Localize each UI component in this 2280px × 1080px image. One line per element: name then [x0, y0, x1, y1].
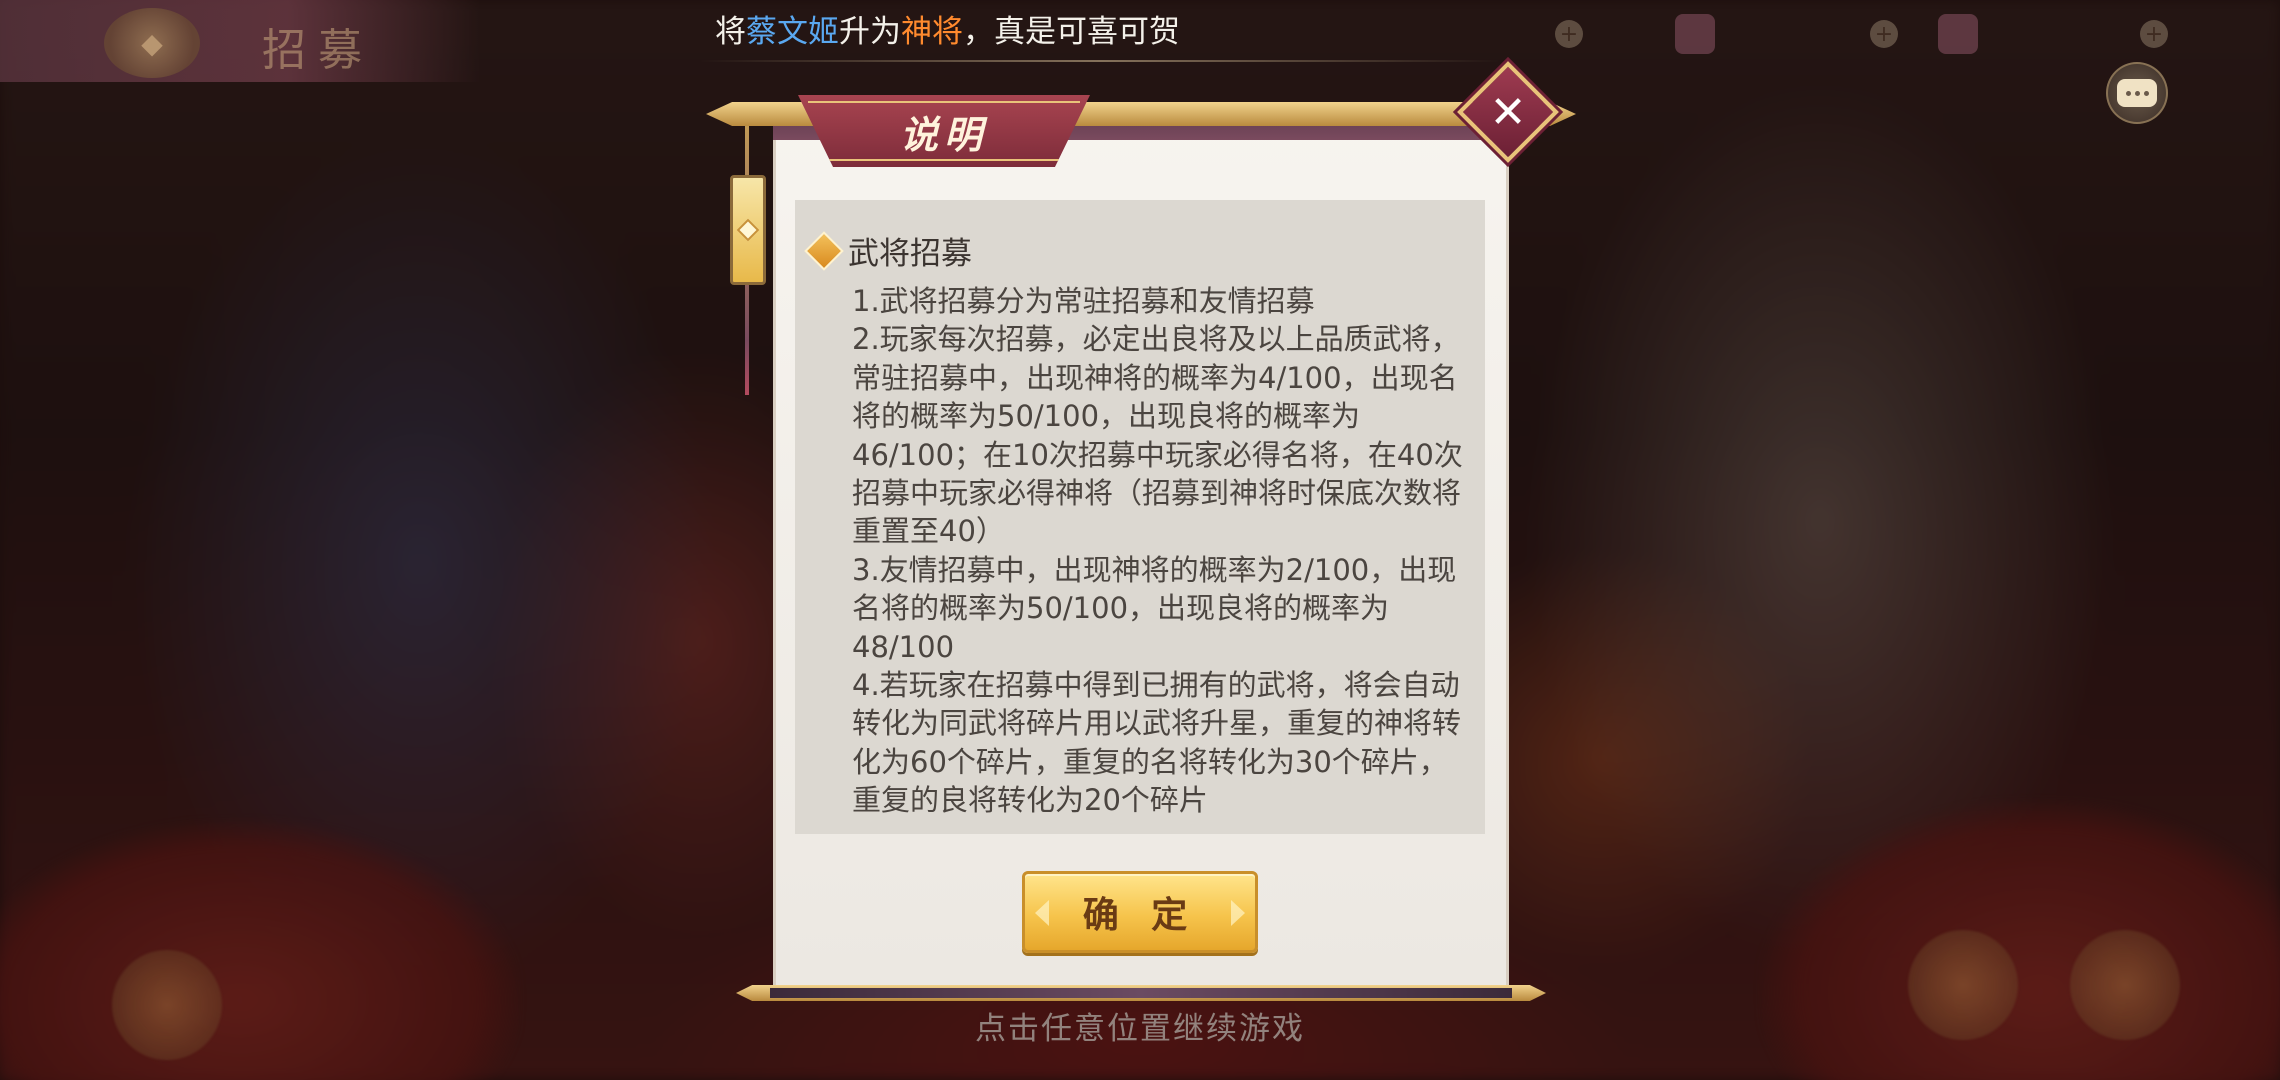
- rule-item: 4.若玩家在招募中得到已拥有的武将，将会自动转化为同武将碎片用以武将升星，重复的…: [852, 668, 1462, 818]
- add-resource-icon: +: [1870, 20, 1898, 48]
- ticker-middle: 升为: [839, 14, 901, 50]
- resource-slot-3: +: [1870, 14, 1898, 54]
- rule-item: 3.友情招募中，出现神将的概率为2/100，出现名将的概率为50/100，出现良…: [852, 552, 1457, 664]
- recruit-tab-title: 招募: [262, 25, 374, 76]
- chat-icon: [2117, 79, 2157, 107]
- resource-slot-5: +: [2140, 14, 2168, 54]
- recruit-emblem-icon: ◆: [104, 8, 200, 78]
- ticker-divider: [700, 60, 1500, 62]
- ticker-suffix: ，真是可喜可贺: [963, 14, 1180, 50]
- gift-icon: [1938, 14, 1978, 54]
- confirm-button[interactable]: 确 定: [1022, 871, 1258, 953]
- resource-slot-4: [1938, 14, 1978, 54]
- close-icon[interactable]: ✕: [1472, 76, 1544, 148]
- announcement-ticker: 将蔡文姬升为神将，真是可喜可贺: [715, 6, 1535, 58]
- diamond-icon: [804, 230, 844, 271]
- section-title: 武将招募: [848, 236, 972, 272]
- ticker-hero-name: 蔡文姬: [746, 14, 839, 50]
- resource-icon: [1675, 14, 1715, 54]
- rule-item: 1.武将招募分为常驻招募和友情招募: [852, 284, 1315, 318]
- resource-slot-1: +: [1555, 14, 1583, 54]
- chat-button[interactable]: [2106, 62, 2168, 124]
- add-resource-icon: +: [1555, 20, 1583, 48]
- dialog-title: 说明: [899, 111, 988, 157]
- dialog-bottom-bar: [770, 988, 1512, 998]
- rule-item: 2.玩家每次招募，必定出良将及以上品质武将，常驻招募中，出现神将的概率为4/10…: [852, 322, 1463, 549]
- section-header: 武将招募: [804, 228, 972, 273]
- ticker-rank: 神将: [901, 14, 963, 50]
- dialog-title-plaque: 说明: [798, 95, 1090, 167]
- resource-slot-2: [1675, 14, 1715, 54]
- ticker-prefix: 将: [715, 14, 746, 50]
- rules-text: 1.武将招募分为常驻招募和友情招募 2.玩家每次招募，必定出良将及以上品质武将，…: [852, 282, 1474, 834]
- add-resource-icon: +: [2140, 20, 2168, 48]
- lantern-icon: [730, 175, 766, 285]
- recruit-tab: [0, 0, 480, 82]
- continue-hint: 点击任意位置继续游戏: [975, 1011, 1305, 1047]
